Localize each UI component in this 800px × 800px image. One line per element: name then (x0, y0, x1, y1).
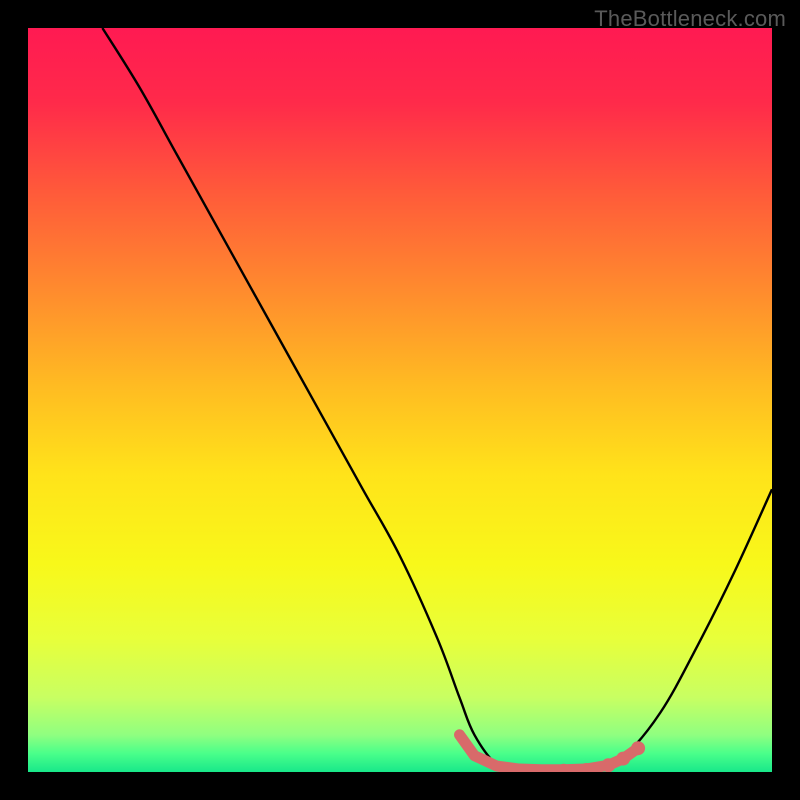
highlight-dot (601, 758, 615, 772)
plot-area (28, 28, 772, 772)
highlight-dot (470, 752, 478, 760)
highlight-dot (456, 731, 464, 739)
chart-svg (28, 28, 772, 772)
chart-container: TheBottleneck.com (0, 0, 800, 800)
gradient-background (28, 28, 772, 772)
highlight-dot (616, 752, 630, 766)
watermark-text: TheBottleneck.com (594, 6, 786, 32)
highlight-dot (631, 741, 645, 755)
highlight-dot (492, 761, 502, 771)
